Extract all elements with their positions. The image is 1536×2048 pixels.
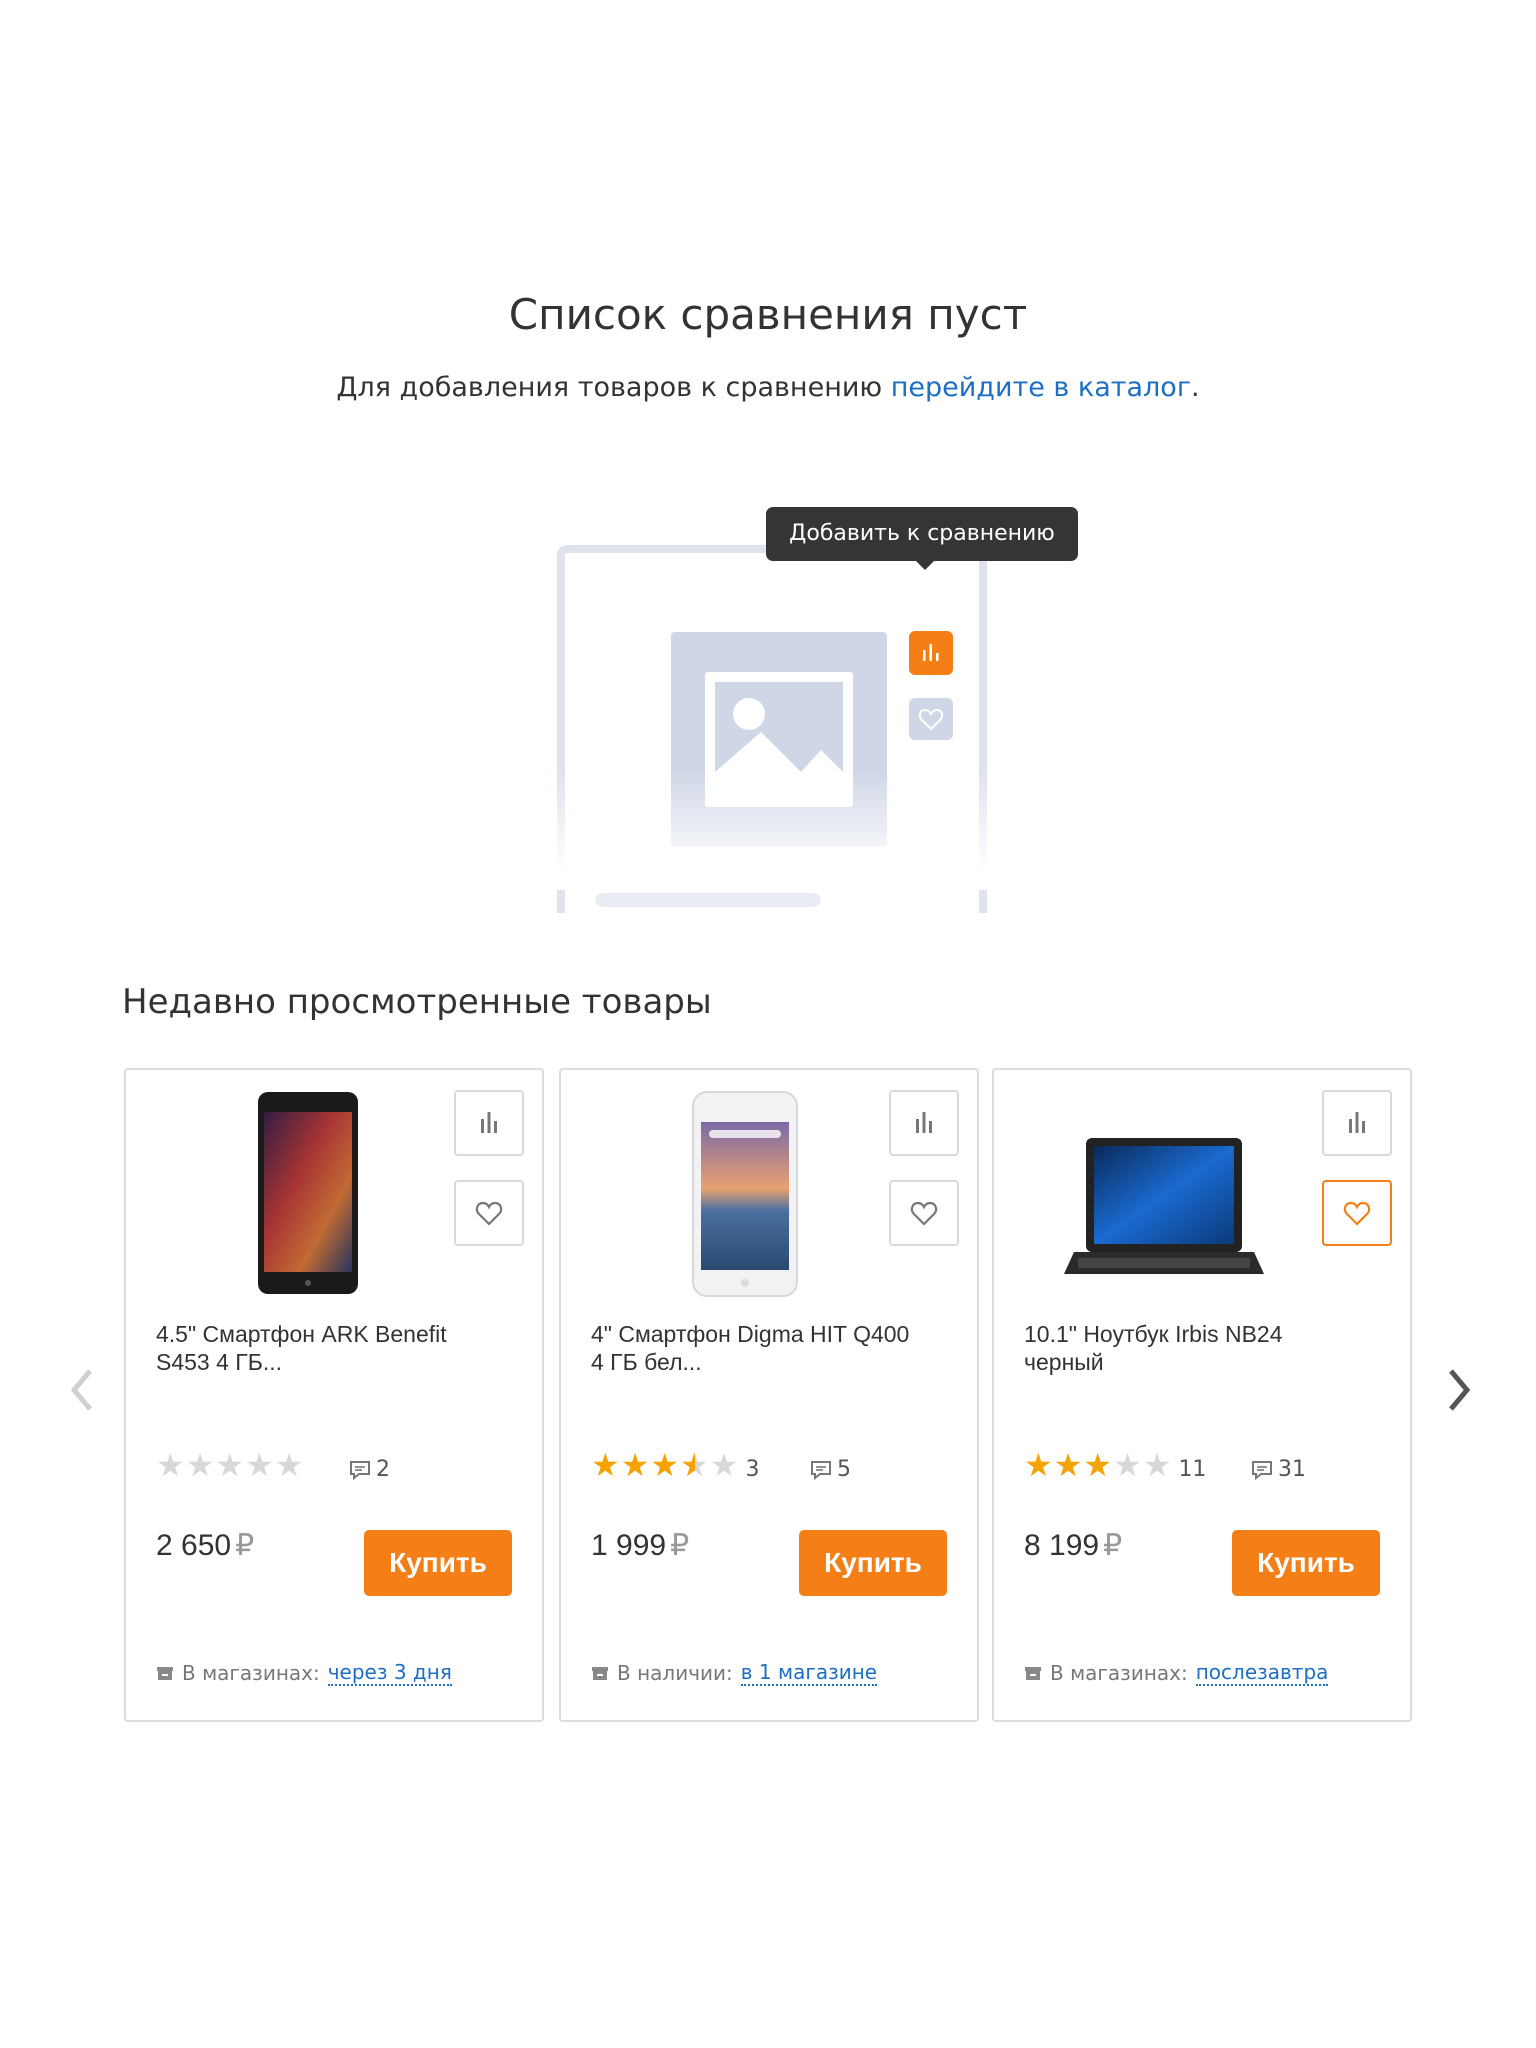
store-icon (592, 1667, 608, 1680)
currency-sign: ₽ (670, 1529, 690, 1562)
currency-sign: ₽ (235, 1529, 255, 1562)
compare-button[interactable] (454, 1090, 524, 1156)
buy-button[interactable]: Купить (799, 1530, 947, 1596)
availability-link[interactable]: послезавтра (1195, 1660, 1329, 1686)
reviews-count-value: 2 (376, 1457, 390, 1482)
compare-icon (1349, 1112, 1365, 1133)
product-image[interactable] (1064, 1090, 1294, 1300)
rating-count: 3 (745, 1457, 760, 1482)
comment-icon (811, 1460, 831, 1480)
reviews-count[interactable]: 5 (809, 1457, 851, 1482)
favorite-button[interactable] (889, 1180, 959, 1246)
rating-stars: ★★★★★★3 (591, 1446, 760, 1484)
product-name[interactable]: 4.5" Смартфон ARK Benefit S453 4 ГБ... (156, 1320, 486, 1376)
carousel-next-button[interactable] (1445, 1365, 1475, 1415)
compare-tooltip: Добавить к сравнению (766, 507, 1078, 570)
recent-title: Недавно просмотренные товары (122, 982, 712, 1022)
price-value: 1 999 (591, 1529, 667, 1562)
compare-button[interactable] (889, 1090, 959, 1156)
reviews-count-value: 31 (1278, 1457, 1306, 1482)
compare-button[interactable] (1322, 1090, 1392, 1156)
favorite-button[interactable] (1322, 1180, 1392, 1246)
carousel-prev-button[interactable] (66, 1365, 96, 1415)
store-icon (157, 1667, 173, 1680)
product-price: 2 650 ₽ (156, 1528, 254, 1563)
illustration-heart-icon (909, 698, 953, 740)
heart-icon (910, 1201, 938, 1226)
price-value: 8 199 (1024, 1529, 1100, 1562)
availability-link[interactable]: через 3 дня (327, 1660, 452, 1686)
chevron-right-icon (1449, 1369, 1471, 1411)
product-name[interactable]: 4" Смартфон Digma HIT Q400 4 ГБ бел... (591, 1320, 921, 1376)
buy-button[interactable]: Купить (1232, 1530, 1380, 1596)
compare-icon (916, 1112, 932, 1133)
comment-icon (1252, 1460, 1272, 1480)
rating-stars: ★★★★★ 11 (1024, 1446, 1207, 1484)
buy-button[interactable]: Купить (364, 1530, 512, 1596)
chevron-left-icon (70, 1369, 92, 1411)
product-image[interactable] (196, 1090, 426, 1300)
illustration-line (595, 893, 821, 907)
currency-sign: ₽ (1103, 1529, 1123, 1562)
availability: В наличии: в 1 магазине (591, 1660, 878, 1686)
availability-link[interactable]: в 1 магазине (740, 1660, 878, 1686)
empty-hint-text: Для добавления товаров к сравнению (336, 372, 891, 403)
compare-icon (481, 1112, 497, 1133)
illustration-fade (555, 770, 995, 890)
reviews-count[interactable]: 2 (348, 1457, 390, 1482)
reviews-count-value: 5 (837, 1457, 851, 1482)
comment-icon (350, 1460, 370, 1480)
heart-icon (1343, 1201, 1371, 1226)
rating-stars: ★★★★★ (156, 1446, 305, 1484)
availability-label: В наличии: (617, 1661, 733, 1685)
availability: В магазинах: через 3 дня (156, 1660, 452, 1686)
product-image[interactable] (631, 1090, 861, 1300)
product-name[interactable]: 10.1" Ноутбук Irbis NB24 черный (1024, 1320, 1354, 1376)
product-price: 1 999 ₽ (591, 1528, 689, 1563)
page-title: Список сравнения пуст (508, 290, 1028, 339)
availability-label: В магазинах: (182, 1661, 320, 1685)
empty-hint: Для добавления товаров к сравнению перей… (0, 372, 1536, 403)
rating-count: 11 (1178, 1457, 1207, 1482)
availability-label: В магазинах: (1050, 1661, 1188, 1685)
availability: В магазинах: послезавтра (1024, 1660, 1329, 1686)
catalog-link[interactable]: перейдите в каталог (891, 372, 1191, 403)
heart-icon (475, 1201, 503, 1226)
price-value: 2 650 (156, 1529, 232, 1562)
reviews-count[interactable]: 31 (1250, 1457, 1306, 1482)
illustration-compare-icon (909, 631, 953, 675)
product-card[interactable]: 10.1" Ноутбук Irbis NB24 черный ★★★★★ 11 … (992, 1068, 1412, 1722)
product-card[interactable]: 4.5" Смартфон ARK Benefit S453 4 ГБ... ★… (124, 1068, 544, 1722)
empty-hint-suffix: . (1191, 372, 1200, 403)
favorite-button[interactable] (454, 1180, 524, 1246)
product-price: 8 199 ₽ (1024, 1528, 1122, 1563)
product-card[interactable]: 4" Смартфон Digma HIT Q400 4 ГБ бел... ★… (559, 1068, 979, 1722)
store-icon (1025, 1667, 1041, 1680)
